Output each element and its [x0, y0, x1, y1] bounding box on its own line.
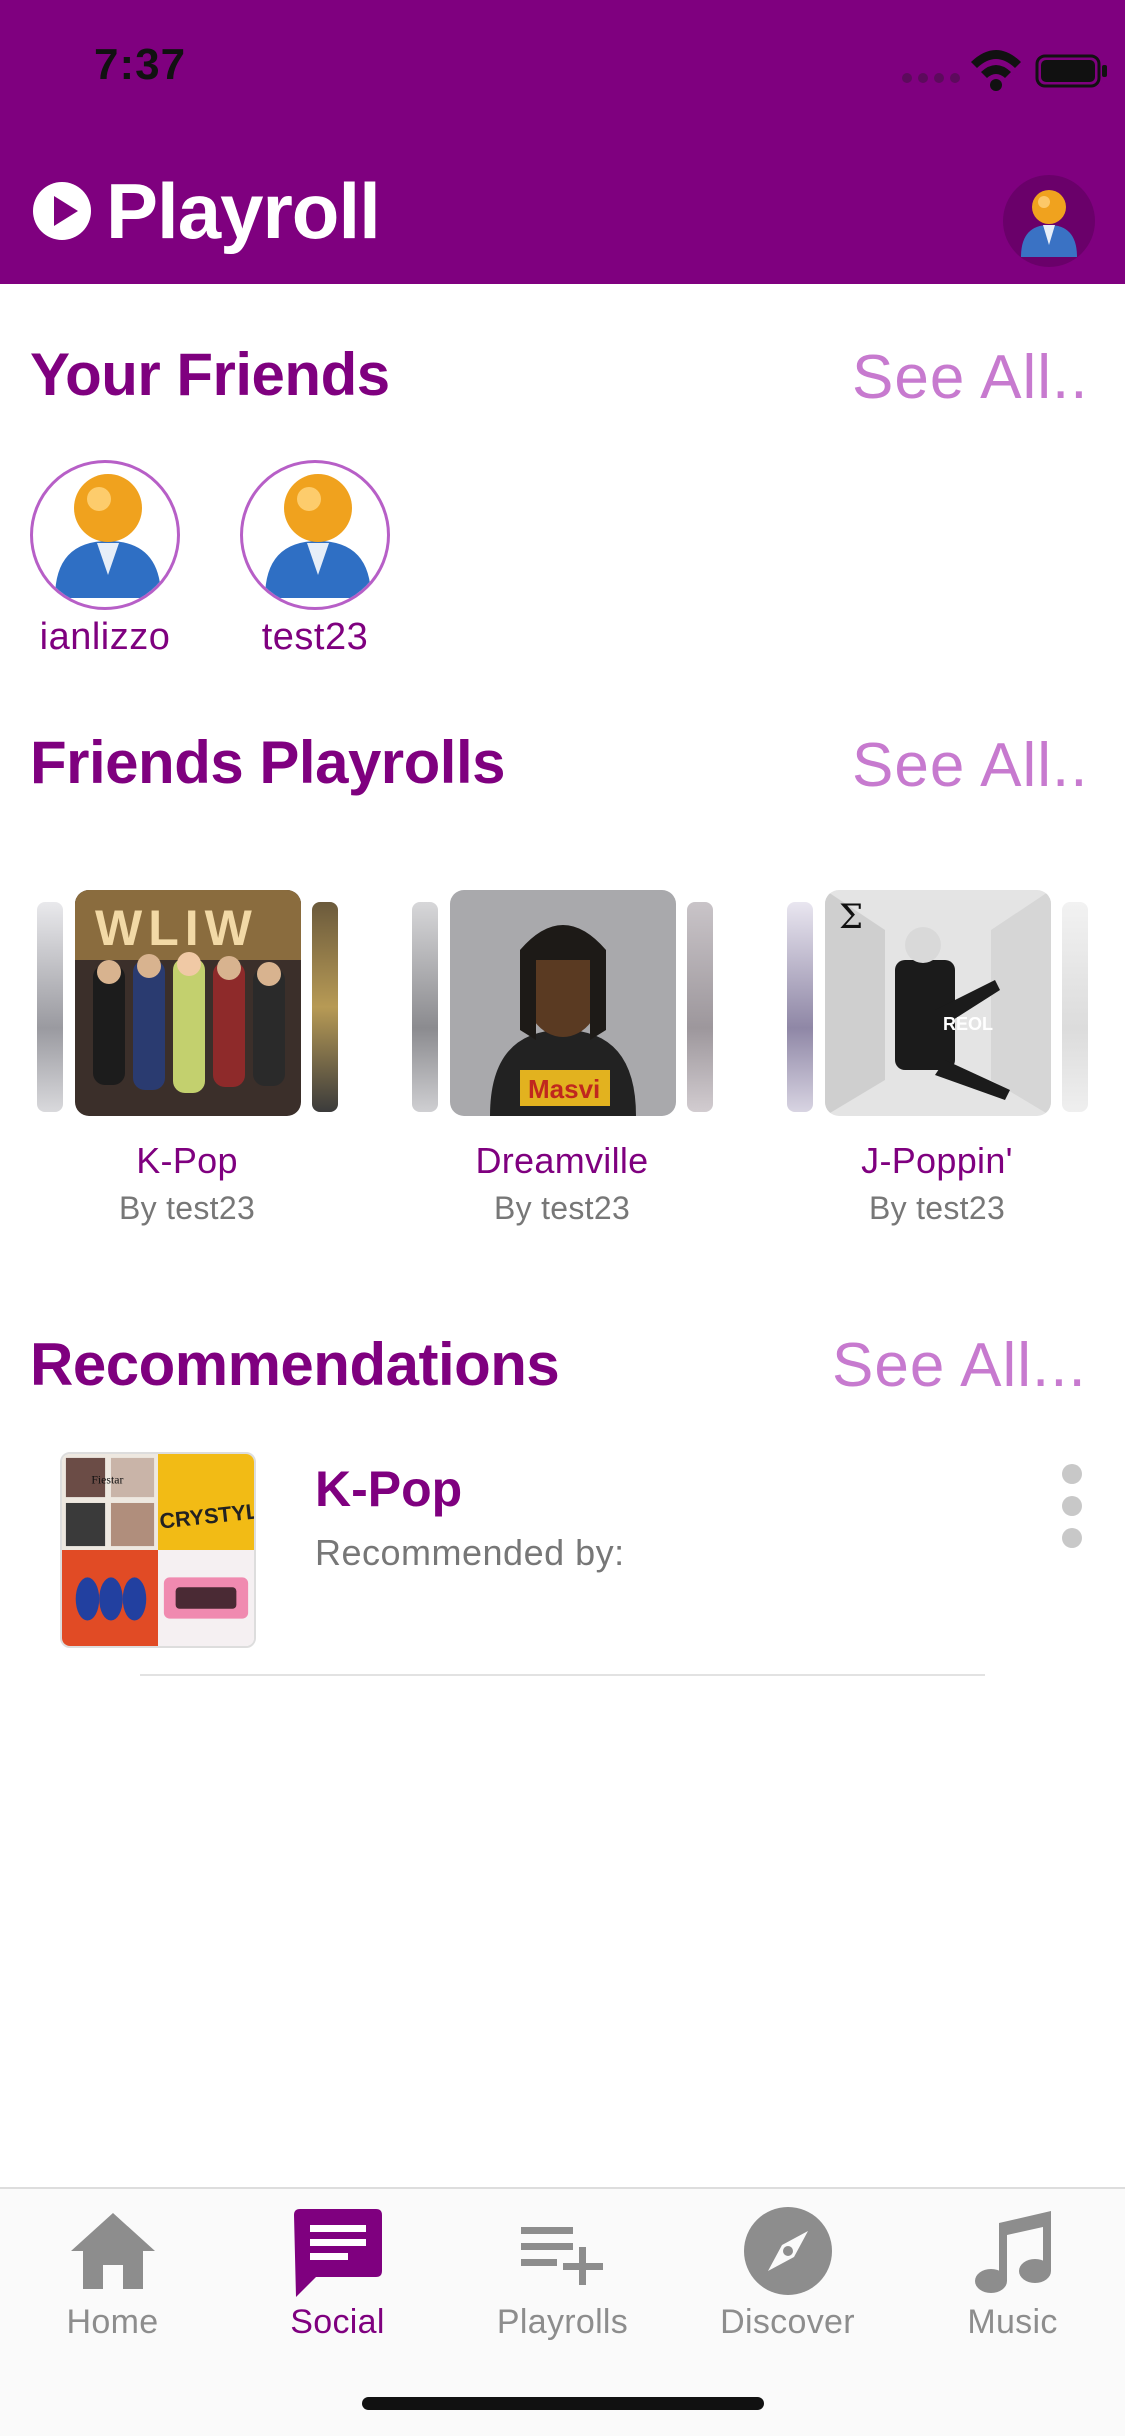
cover-stack-back — [412, 902, 438, 1112]
friend-avatar — [240, 460, 390, 610]
signal-icon — [902, 73, 960, 83]
recommendation-title: K-Pop — [315, 1461, 463, 1517]
cover-stack: Masvi — [412, 890, 713, 1120]
svg-text:Masvi: Masvi — [528, 1074, 600, 1104]
recommendation-item[interactable]: Fiestar CRYSTYLE K-Pop Recommended by: — [0, 1442, 1125, 1682]
more-dot — [1062, 1528, 1082, 1548]
friend-name: test23 — [261, 616, 369, 658]
wifi-icon — [971, 50, 1021, 91]
tab-label: Discover — [720, 2303, 855, 2341]
person-icon — [265, 474, 371, 598]
tab-label: Social — [290, 2303, 385, 2341]
playroll-cover-image: Masvi — [450, 890, 676, 1116]
svg-text:Fiestar: Fiestar — [91, 1473, 123, 1486]
person-icon — [55, 474, 161, 598]
tab-home[interactable]: Home — [0, 2189, 225, 2341]
brand: Playroll — [30, 167, 381, 255]
friend-avatar — [30, 460, 180, 610]
playroll-owner: By test23 — [118, 1190, 256, 1226]
playroll-name: Dreamville — [475, 1140, 649, 1181]
friend-item[interactable]: ianlizzo — [15, 460, 195, 659]
playroll-cover-image: WLIW — [75, 890, 301, 1116]
compass-icon — [743, 2207, 832, 2295]
playroll-card[interactable]: WLIW K-Pop By test23 — [37, 890, 338, 1227]
list-divider — [140, 1674, 985, 1676]
friends-section-title: Your Friends — [30, 341, 390, 408]
music-note-icon — [974, 2211, 1051, 2293]
battery-icon — [1035, 54, 1107, 88]
chat-icon — [293, 2209, 382, 2297]
profile-avatar-button[interactable] — [1003, 175, 1095, 267]
recommendation-cover-image: Fiestar CRYSTYLE — [60, 1452, 256, 1648]
more-dot — [1062, 1464, 1082, 1484]
playroll-card[interactable]: Masvi Dreamville By test23 — [412, 890, 713, 1227]
cover-stack-back — [787, 902, 813, 1112]
playroll-owner: By test23 — [493, 1190, 631, 1226]
playroll-name: J-Poppin' — [861, 1140, 1013, 1181]
cover-stack-back — [687, 902, 713, 1112]
cover-stack: Σ REOL — [787, 890, 1088, 1120]
playrolls-section-title: Friends Playrolls — [30, 729, 506, 796]
svg-text:REOL: REOL — [943, 1014, 993, 1034]
friend-name: ianlizzo — [39, 616, 171, 658]
cover-stack-back — [312, 902, 338, 1112]
status-bar: 7:37 — [0, 0, 1125, 135]
cover-stack-back — [1062, 902, 1088, 1112]
status-icons — [902, 50, 1107, 91]
friends-see-all-link[interactable]: See All.. — [852, 342, 1088, 413]
tab-label: Playrolls — [496, 2303, 629, 2341]
tab-discover[interactable]: Discover — [675, 2189, 900, 2341]
home-indicator — [362, 2397, 764, 2410]
tab-playrolls[interactable]: Playrolls — [450, 2189, 675, 2341]
svg-text:WLIW: WLIW — [95, 900, 258, 956]
status-time: 7:37 — [94, 40, 187, 89]
recommendation-subtitle: Recommended by: — [315, 1532, 625, 1573]
play-circle-icon — [33, 182, 91, 240]
tab-social[interactable]: Social — [225, 2189, 450, 2341]
playroll-card[interactable]: Σ REOL J-Poppin' By test23 — [787, 890, 1088, 1227]
recommendations-see-all-link[interactable]: See All... — [832, 1330, 1087, 1401]
more-options-button[interactable] — [1056, 1464, 1088, 1554]
tab-label: Home — [66, 2303, 159, 2341]
tab-label: Music — [967, 2303, 1058, 2341]
tab-music[interactable]: Music — [900, 2189, 1125, 2341]
home-icon — [70, 2213, 155, 2289]
app-header: Playroll — [0, 135, 1125, 284]
more-dot — [1062, 1496, 1082, 1516]
playroll-owner: By test23 — [868, 1190, 1006, 1226]
svg-text:Σ: Σ — [839, 897, 863, 937]
app-title: Playroll — [106, 167, 381, 255]
cover-stack: WLIW — [37, 890, 338, 1120]
recommendations-section-title: Recommendations — [30, 1331, 560, 1398]
playrolls-see-all-link[interactable]: See All.. — [852, 730, 1088, 801]
playroll-name: K-Pop — [136, 1140, 238, 1181]
playlist-add-icon — [520, 2227, 603, 2285]
cover-stack-back — [37, 902, 63, 1112]
friend-item[interactable]: test23 — [225, 460, 405, 659]
playroll-cover-image: Σ REOL — [825, 890, 1051, 1116]
